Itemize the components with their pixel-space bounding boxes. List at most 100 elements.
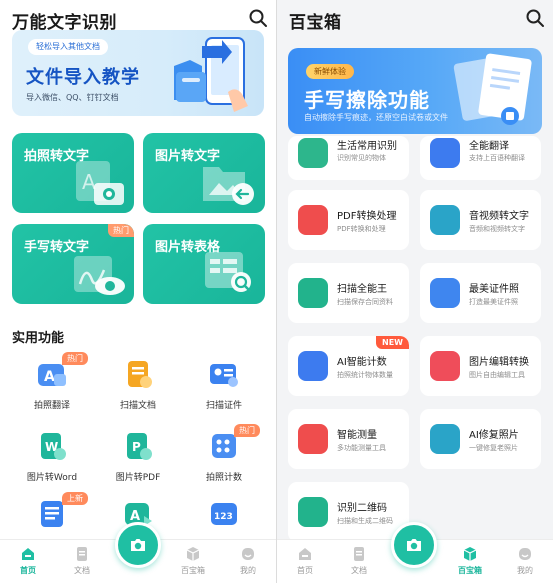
tool-name: 智能测量 (337, 430, 377, 441)
tool-desc: 支持上百语种翻译 (469, 154, 525, 162)
tool-label: 拍照计数 (205, 473, 242, 483)
nav-label: 百宝箱 (458, 566, 482, 575)
nav-label: 首页 (297, 566, 313, 575)
box-icon (186, 547, 200, 561)
handwriting-erase-banner[interactable]: 新鲜体验 手写擦除功能 自动擦除手写痕迹，还原空白试卷或文件 (288, 48, 542, 134)
ruler-icon (298, 424, 328, 454)
tool-scan-document[interactable]: 扫描文档 (96, 352, 180, 422)
phone-folder-illustration-icon (174, 37, 248, 112)
card-handwriting-to-text[interactable]: 手写转文字 热门 (12, 224, 134, 304)
nav-home[interactable]: 首页 (285, 546, 325, 580)
svg-text:A: A (44, 369, 55, 385)
camera-button[interactable] (115, 522, 161, 568)
nav-label: 我的 (517, 566, 533, 575)
tool-image-to-word[interactable]: W 图片转Word (10, 424, 94, 494)
profile-icon (519, 548, 531, 560)
hot-badge: 热门 (234, 424, 260, 437)
tool-desc: PDF转换和处理 (337, 225, 386, 233)
tool-life-recognition[interactable]: 生活常用识别 识别常见的物体 (288, 136, 409, 180)
nav-label: 首页 (20, 566, 36, 575)
nav-documents[interactable]: 文档 (62, 546, 102, 580)
tool-image-to-pdf[interactable]: P 图片转PDF (96, 424, 180, 494)
tool-desc: 打造最美证件照 (469, 298, 518, 306)
tool-label: 拍照翻译 (33, 401, 70, 411)
tool-desc: 拍照统计物体数量 (337, 371, 393, 379)
banner-subtitle: 自动擦除手写痕迹，还原空白试卷或文件 (304, 113, 448, 122)
tool-desc: 音频和视频转文字 (469, 225, 525, 233)
tool-media-to-text[interactable]: 音视频转文字 音频和视频转文字 (420, 190, 541, 250)
scanner-icon (298, 278, 328, 308)
tool-desc: 图片自由编辑工具 (469, 371, 525, 379)
tool-pdf-convert[interactable]: PDF转换处理 PDF转换和处理 (288, 190, 409, 250)
photo-repair-icon (430, 424, 460, 454)
hot-badge: 热门 (108, 224, 134, 237)
box-icon (463, 547, 477, 561)
nav-profile[interactable]: 我的 (228, 546, 268, 580)
home-screen: 万能文字识别 轻松导入其他文档 文件导入教学 导入微信、QQ、钉钉文档 拍照转文… (0, 0, 276, 583)
tool-desc: 多功能测量工具 (337, 444, 386, 452)
card-photo-to-text[interactable]: 拍照转文字 A (12, 133, 134, 213)
banner-pill: 新鲜体验 (306, 64, 354, 79)
tool-desc: 扫描保存合同资料 (337, 298, 393, 306)
doc-icon (354, 547, 364, 561)
table-search-icon (205, 252, 252, 293)
pdf-convert-icon (298, 205, 328, 235)
nav-documents[interactable]: 文档 (339, 546, 379, 580)
card-image-to-text[interactable]: 图片转文字 (143, 133, 265, 213)
svg-text:123: 123 (214, 512, 233, 522)
tool-name: 图片编辑转换 (469, 357, 529, 368)
image-folder-icon (203, 167, 254, 205)
doc-icon (77, 547, 87, 561)
camera-button[interactable] (391, 522, 437, 568)
life-icon (298, 138, 328, 168)
banner-title: 文件导入教学 (26, 67, 140, 88)
tool-name: AI智能计数 (337, 357, 387, 368)
tool-id-photo[interactable]: 最美证件照 打造最美证件照 (420, 263, 541, 323)
tool-ai-count[interactable]: AI智能计数 拍照统计物体数量 NEW (288, 336, 409, 396)
import-tutorial-banner[interactable]: 轻松导入其他文档 文件导入教学 导入微信、QQ、钉钉文档 (12, 30, 264, 116)
hot-badge: 热门 (62, 352, 88, 365)
home-icon (299, 548, 311, 560)
nav-home[interactable]: 首页 (8, 546, 48, 580)
search-icon[interactable] (525, 8, 545, 28)
nav-toolbox[interactable]: 百宝箱 (450, 546, 490, 580)
tool-name: PDF转换处理 (337, 211, 397, 222)
banner-title: 手写擦除功能 (304, 88, 430, 112)
tool-image-edit[interactable]: 图片编辑转换 图片自由编辑工具 (420, 336, 541, 396)
tool-photo-count[interactable]: 热门 拍照计数 (182, 424, 266, 494)
profile-icon (242, 548, 254, 560)
nav-toolbox[interactable]: 百宝箱 (173, 546, 213, 580)
translate-all-icon (430, 138, 460, 168)
number-recognize-icon: 123 (211, 503, 237, 525)
svg-text:A: A (82, 170, 96, 194)
tool-label: 图片转Word (26, 473, 78, 483)
tool-smart-measure[interactable]: 智能测量 多功能测量工具 (288, 409, 409, 469)
camera-icon (407, 539, 421, 551)
tool-name: 识别二维码 (337, 503, 387, 514)
tool-desc: 识别常见的物体 (337, 154, 386, 162)
tool-name: 扫描全能王 (337, 284, 387, 295)
camera-icon (131, 539, 145, 551)
tool-photo-translate[interactable]: A 热门 拍照翻译 (10, 352, 94, 422)
tool-label: 扫描证件 (205, 401, 242, 411)
paper-erase-illustration-icon (453, 53, 532, 125)
word-icon: W (41, 433, 66, 460)
card-image-to-table[interactable]: 图片转表格 (143, 224, 265, 304)
tool-full-translate[interactable]: 全能翻译 支持上百语种翻译 (420, 136, 541, 180)
tool-ai-photo-repair[interactable]: AI修复照片 一键修复老照片 (420, 409, 541, 469)
camera-doc-icon: A (76, 161, 124, 205)
search-icon[interactable] (248, 8, 268, 28)
new-badge: NEW (376, 336, 409, 349)
nav-label: 文档 (351, 566, 367, 575)
qrcode-icon (298, 497, 328, 527)
handwriting-eye-icon (74, 256, 125, 295)
tool-name: 生活常用识别 (337, 141, 397, 152)
top-bar: 百宝箱 (277, 0, 553, 36)
tool-scan-id[interactable]: 扫描证件 (182, 352, 266, 422)
tool-scanner[interactable]: 扫描全能王 扫描保存合同资料 (288, 263, 409, 323)
tool-qrcode[interactable]: 识别二维码 扫描和生成二维码 (288, 482, 409, 542)
nav-profile[interactable]: 我的 (505, 546, 545, 580)
id-card-icon (210, 364, 238, 387)
svg-text:P: P (132, 440, 141, 454)
section-title: 实用功能 (12, 331, 65, 346)
